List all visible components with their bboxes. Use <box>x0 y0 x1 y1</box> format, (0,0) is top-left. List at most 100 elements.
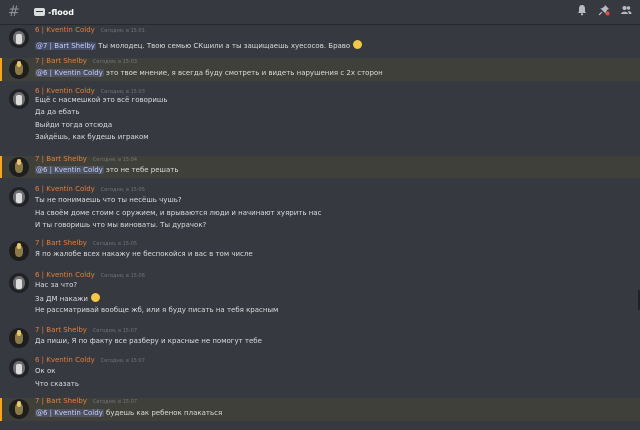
message[interactable]: 6 | Kventin Coldy Сегодня, в 15:03 Ещё с н… <box>0 87 640 146</box>
message-text: На своём доме стоим с оружием, и врывают… <box>35 209 322 217</box>
message-line: Ещё с насмешкой это всё говоришь <box>35 96 167 104</box>
message-header: 6 | Kventin Coldy Сегодня, в 15:05 <box>35 185 145 193</box>
avatar[interactable] <box>9 273 29 293</box>
user-mention[interactable]: @6 | Kventin Coldy <box>35 166 104 174</box>
avatar[interactable] <box>9 328 29 348</box>
message[interactable]: 6 | Kventin Coldy Сегодня, в 15:06 Нас за … <box>0 271 640 318</box>
author-name[interactable]: 7 | Bart Shelby <box>35 57 87 65</box>
author-name[interactable]: 7 | Bart Shelby <box>35 326 87 334</box>
avatar[interactable] <box>9 157 29 177</box>
avatar[interactable] <box>9 187 29 207</box>
user-mention[interactable]: @6 | Kventin Coldy <box>35 69 104 77</box>
message[interactable]: 6 | Kventin Coldy Сегодня, в 15:07 Ок ок Чт… <box>0 356 640 389</box>
message-text: Ты не понимаешь что ты несёшь чушь? <box>35 196 182 204</box>
timestamp: Сегодня, в 15:07 <box>92 328 138 334</box>
author-name[interactable]: 7 | Bart Shelby <box>35 397 87 405</box>
channel-name: -flood <box>48 7 74 17</box>
message-header: 6 | Kventin Coldy Сегодня, в 15:07 <box>35 356 145 364</box>
message-line: @6 | Kventin Coldy это твое мнение, я вс… <box>35 69 383 77</box>
message-line: На своём доме стоим с оружием, и врывают… <box>35 209 321 217</box>
message-header: 7 | Bart Shelby Сегодня, в 15:07 <box>35 397 137 405</box>
message-text: Зайдёшь, как будешь играком <box>35 133 149 141</box>
bell-icon[interactable] <box>576 4 588 16</box>
timestamp: Сегодня, в 15:06 <box>100 273 145 279</box>
author-name[interactable]: 6 | Kventin Coldy <box>35 185 95 193</box>
channel-header: # -flood <box>0 0 640 25</box>
text-channel-icon <box>34 8 45 16</box>
message-text: Нас за что? <box>35 281 78 289</box>
message-header: 6 | Kventin Coldy Сегодня, в 15:06 <box>35 271 145 279</box>
message-header: 6 | Kventin Coldy Сегодня, в 15:01 <box>35 26 145 34</box>
message-line: Нас за что? <box>35 281 77 289</box>
message-line: Ок ок <box>35 367 55 375</box>
timestamp: Сегодня, в 15:01 <box>100 28 145 34</box>
pin-icon[interactable] <box>598 4 610 16</box>
message-text: Не рассматривай вообще жб, или я буду пи… <box>35 306 279 314</box>
message[interactable]: 7 | Bart Shelby Сегодня, в 15:07 Да пиши, … <box>0 326 640 349</box>
message-line: Ты не понимаешь что ты несёшь чушь? <box>35 196 182 204</box>
message-header: 7 | Bart Shelby Сегодня, в 15:04 <box>35 155 137 163</box>
message-line: Выйди тогда отсюда <box>35 121 112 129</box>
timestamp: Сегодня, в 15:03 <box>100 89 145 95</box>
message-header: 7 | Bart Shelby Сегодня, в 15:05 <box>35 239 137 247</box>
author-name[interactable]: 6 | Kventin Coldy <box>35 87 95 95</box>
message-text: Выйди тогда отсюда <box>35 121 113 129</box>
timestamp: Сегодня, в 15:05 <box>100 187 145 193</box>
avatar[interactable] <box>9 89 29 109</box>
message-line: Что сказать <box>35 380 79 388</box>
message-line: Да да ебать <box>35 108 79 116</box>
timestamp: Сегодня, в 15:05 <box>92 241 138 247</box>
message-text: И ты говоришь что мы виноваты. Ты дурачо… <box>35 221 207 229</box>
message-header: 6 | Kventin Coldy Сегодня, в 15:03 <box>35 87 145 95</box>
timestamp: Сегодня, в 15:07 <box>100 358 145 364</box>
message-text: Да пиши, Я по факту все разберу и красны… <box>35 337 262 345</box>
channel-hash-icon: # <box>8 4 20 20</box>
header-toolbar <box>576 4 632 16</box>
author-name[interactable]: 6 | Kventin Coldy <box>35 356 95 364</box>
message-line: Да пиши, Я по факту все разберу и красны… <box>35 337 262 345</box>
message-text: будешь как ребенок плакаться <box>103 409 223 417</box>
message-text: Ок ок <box>35 367 56 375</box>
user-mention[interactable]: @6 | Kventin Coldy <box>35 409 104 417</box>
message-line: @6 | Kventin Coldy это не тебе решать <box>35 166 178 174</box>
message-line: @6 | Kventin Coldy будешь как ребенок пл… <box>35 409 222 417</box>
message[interactable]: 7 | Bart Shelby Сегодня, в 15:03 @6 | Kven… <box>0 57 640 81</box>
message-header: 7 | Bart Shelby Сегодня, в 15:03 <box>35 57 137 65</box>
author-name[interactable]: 6 | Kventin Coldy <box>35 26 95 34</box>
message-header: 7 | Bart Shelby Сегодня, в 15:07 <box>35 326 137 334</box>
message-text: За ДМ накажи <box>35 295 88 303</box>
message[interactable]: 7 | Bart Shelby Сегодня, в 15:07 @6 | Kven… <box>0 397 640 421</box>
author-name[interactable]: 6 | Kventin Coldy <box>35 271 95 279</box>
message-text: Что сказать <box>35 380 79 388</box>
avatar[interactable] <box>9 358 29 378</box>
message-line: И ты говоришь что мы виноваты. Ты дурачо… <box>35 221 206 229</box>
message[interactable]: 6 | Kventin Coldy Сегодня, в 15:01 @7 | Ba… <box>0 26 640 53</box>
message-text: Ты молодец. Твою семью СКшили а ты защищ… <box>95 42 351 50</box>
message-text: это твое мнение, я всегда буду смотреть … <box>103 69 383 77</box>
timestamp: Сегодня, в 15:04 <box>92 157 138 163</box>
avatar[interactable] <box>9 241 29 261</box>
message-text: Да да ебать <box>35 108 80 116</box>
message[interactable]: 7 | Bart Shelby Сегодня, в 15:05 Я по жало… <box>0 239 640 262</box>
timestamp: Сегодня, в 15:03 <box>92 59 138 65</box>
message-text: Ещё с насмешкой это всё говоришь <box>35 96 168 104</box>
user-mention[interactable]: @7 | Bart Shelby <box>35 42 96 50</box>
message[interactable]: 6 | Kventin Coldy Сегодня, в 15:05 Ты не п… <box>0 185 640 231</box>
message-line: @7 | Bart Shelby Ты молодец. Твою семью … <box>35 40 363 50</box>
members-icon[interactable] <box>620 4 632 16</box>
author-name[interactable]: 7 | Bart Shelby <box>35 239 87 247</box>
avatar[interactable] <box>9 59 29 79</box>
message-line: Зайдёшь, как будешь играком <box>35 133 149 141</box>
emoji-icon <box>353 40 363 49</box>
avatar[interactable] <box>9 399 29 419</box>
message-line: Не рассматривай вообще жб, или я буду пи… <box>35 306 278 314</box>
message-list[interactable]: 6 | Kventin Coldy Сегодня, в 15:01 @7 | Ba… <box>0 25 640 430</box>
timestamp: Сегодня, в 15:07 <box>92 399 138 405</box>
emoji-icon <box>90 293 100 302</box>
message[interactable]: 7 | Bart Shelby Сегодня, в 15:04 @6 | Kven… <box>0 155 640 178</box>
message-line: Я по жалобе всех накажу не беспокойся и … <box>35 250 253 258</box>
avatar[interactable] <box>9 28 29 48</box>
message-line: За ДМ накажи <box>35 293 100 303</box>
message-text: Я по жалобе всех накажу не беспокойся и … <box>35 250 253 258</box>
author-name[interactable]: 7 | Bart Shelby <box>35 155 87 163</box>
